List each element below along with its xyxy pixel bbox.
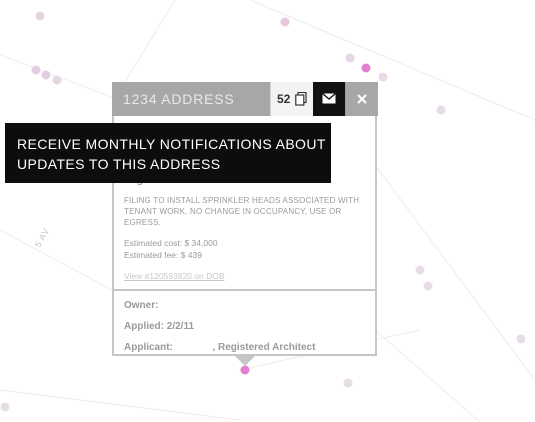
popup-header: 1234 ADDRESS 52 [112,82,378,116]
notifications-tooltip-text: RECEIVE MONTHLY NOTIFICATIONS ABOUT UPDA… [17,136,326,172]
applied-label: Applied: 2/2/11 [124,321,195,332]
close-button[interactable] [345,82,378,116]
estimated-cost: Estimated cost: $ 34,000 [124,238,218,248]
filing-section: Engineer FILING TO INSTALL SPRINKLER HEA… [124,175,364,284]
street-label: 5 AV [33,226,51,249]
address-title: 1234 ADDRESS [123,91,235,107]
documents-count-button[interactable]: 52 [270,82,313,116]
estimated-fee: Estimated fee: $ 439 [124,250,202,260]
notifications-tooltip: RECEIVE MONTHLY NOTIFICATIONS ABOUT UPDA… [5,123,331,183]
filing-description: FILING TO INSTALL SPRINKLER HEADS ASSOCI… [124,196,360,227]
view-on-dob-link[interactable]: View #120593820 on DOB [124,271,225,281]
applied-row: Applied: 2/2/11 [124,321,364,342]
owner-label: Owner: [124,300,159,311]
subscribe-notifications-button[interactable] [313,82,345,116]
documents-icon [295,91,307,111]
section-divider [114,289,375,291]
popup-pointer [235,356,255,366]
documents-count: 52 [277,92,291,106]
details-section: Owner: Applied: 2/2/11 Applicant: , Regi… [124,300,364,363]
owner-row: Owner: [124,300,364,321]
applicant-role: , Registered Architect [212,342,316,353]
applicant-label: Applicant: [124,342,173,353]
